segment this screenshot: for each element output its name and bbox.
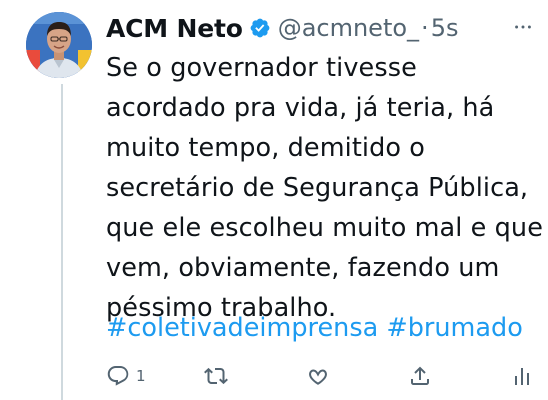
tweet-actions: 1: [0, 362, 548, 392]
hashtag-brumado[interactable]: #brumado: [386, 313, 522, 343]
analytics-button[interactable]: [510, 362, 534, 390]
share-button[interactable]: [408, 362, 432, 390]
thread-line: [61, 84, 63, 400]
retweet-button[interactable]: [204, 362, 228, 390]
hashtag-row: #coletivadeimprensa #brumado: [106, 308, 523, 348]
user-handle[interactable]: @acmneto_: [278, 14, 419, 42]
tweet-text-line: Se o governador tivesse: [106, 53, 417, 83]
avatar-column: [26, 12, 92, 78]
share-icon: [408, 364, 432, 388]
avatar-photo-icon: [26, 12, 92, 78]
reply-count: 1: [136, 367, 146, 385]
tweet[interactable]: ACM Neto @acmneto_ · 5s Se o governador …: [0, 0, 548, 400]
tweet-text-line: muito tempo, demitido o: [106, 133, 425, 163]
tweet-text-line: secretário de Segurança Pública,: [106, 173, 529, 203]
tweet-text: Se o governador tivesse acordado pra vid…: [106, 48, 546, 328]
avatar[interactable]: [26, 12, 92, 78]
tweet-text-line: vem, obviamente, fazendo um: [106, 253, 500, 283]
verified-badge-icon: [249, 17, 271, 39]
timestamp[interactable]: 5s: [431, 14, 459, 42]
display-name[interactable]: ACM Neto: [106, 14, 243, 43]
tweet-text-line: que ele escolheu muito mal e que: [106, 213, 543, 243]
tweet-header: ACM Neto @acmneto_ · 5s: [106, 10, 458, 46]
header-separator: ·: [421, 14, 429, 42]
like-icon: [306, 364, 330, 388]
more-options-icon[interactable]: [510, 14, 536, 40]
tweet-text-line: acordado pra vida, já teria, há: [106, 93, 495, 123]
analytics-icon: [510, 364, 534, 388]
like-button[interactable]: [306, 362, 330, 390]
hashtag-coletivadeimprensa[interactable]: #coletivadeimprensa: [106, 313, 378, 343]
reply-icon: [106, 364, 130, 388]
retweet-icon: [204, 364, 228, 388]
reply-button[interactable]: 1: [106, 362, 146, 390]
